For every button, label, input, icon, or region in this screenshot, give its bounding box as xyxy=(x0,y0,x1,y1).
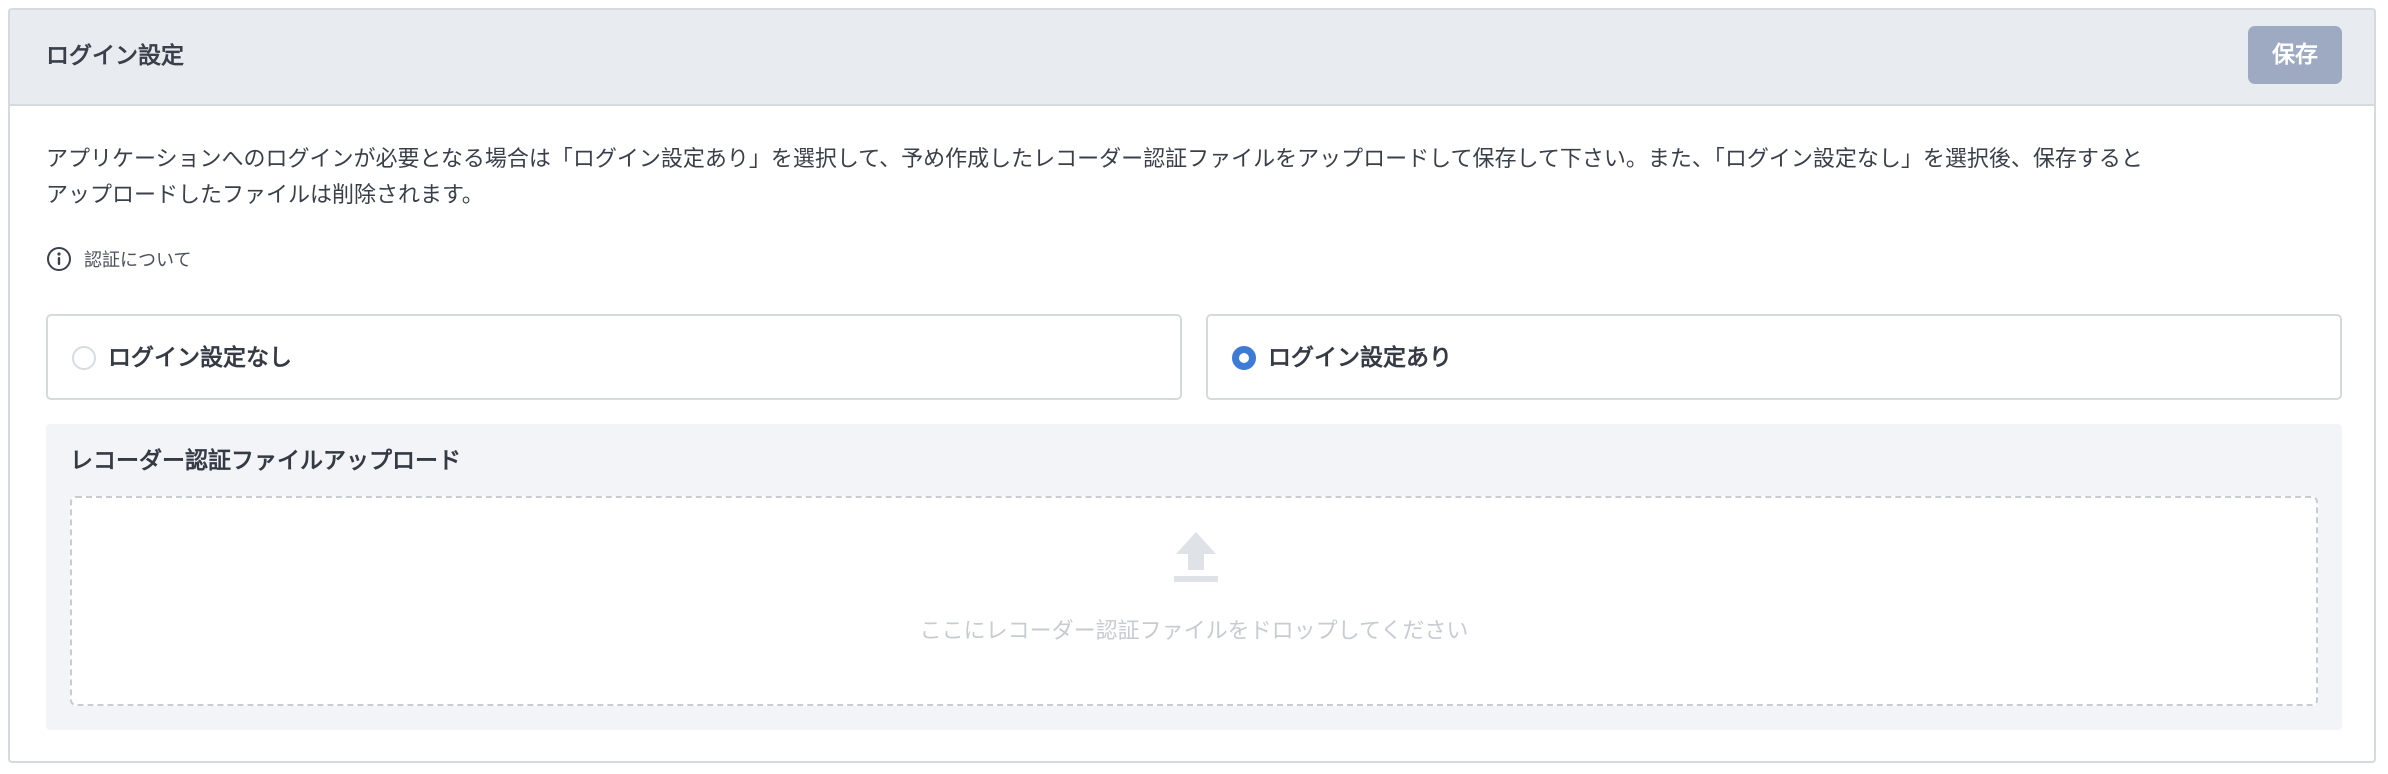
radio-label-with-login: ログイン設定あり xyxy=(1268,345,1452,371)
dropzone-hint: ここにレコーダー認証ファイルをドロップしてください xyxy=(919,619,1469,644)
description-line-2: アップロードしたファイルは削除されます。 xyxy=(46,183,484,208)
file-dropzone[interactable]: ここにレコーダー認証ファイルをドロップしてください xyxy=(70,496,2318,706)
panel-header: ログイン設定 保存 xyxy=(10,10,2374,106)
login-settings-panel: ログイン設定 保存 アプリケーションへのログインが必要となる場合は「ログイン設定… xyxy=(8,8,2376,763)
info-icon xyxy=(46,246,72,272)
recorder-auth-upload-section: レコーダー認証ファイルアップロード ここにレコーダー認証ファイルをドロップしてく… xyxy=(46,424,2342,730)
radio-option-no-login[interactable]: ログイン設定なし xyxy=(46,314,1182,400)
radio-button-selected[interactable] xyxy=(1232,346,1256,370)
radio-button-unselected[interactable] xyxy=(72,346,96,370)
description-line-1: アプリケーションへのログインが必要となる場合は「ログイン設定あり」を選択して、予… xyxy=(46,147,2143,172)
upload-icon xyxy=(1172,530,1220,584)
radio-label-no-login: ログイン設定なし xyxy=(108,345,292,371)
description-text: アプリケーションへのログインが必要となる場合は「ログイン設定あり」を選択して、予… xyxy=(46,142,2356,214)
auth-help-link[interactable]: 認証について xyxy=(46,244,191,274)
panel-title: ログイン設定 xyxy=(46,43,184,69)
radio-option-with-login[interactable]: ログイン設定あり xyxy=(1206,314,2342,400)
upload-section-title: レコーダー認証ファイルアップロード xyxy=(70,448,461,474)
save-button[interactable]: 保存 xyxy=(2248,26,2342,84)
auth-help-label: 認証について xyxy=(84,250,192,271)
